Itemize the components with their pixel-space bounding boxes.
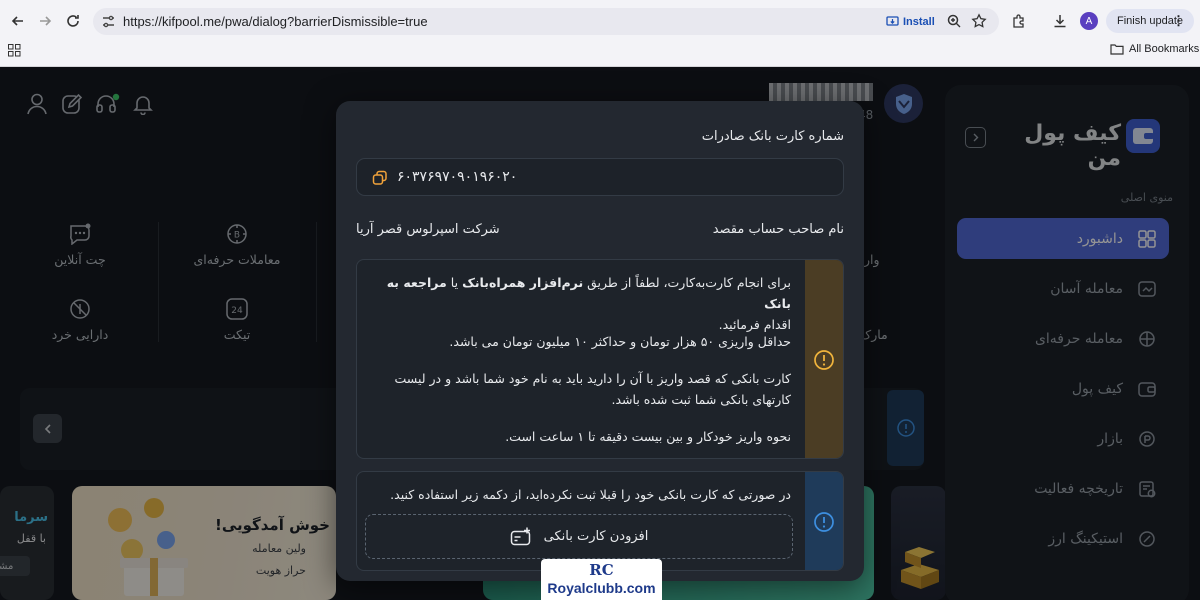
site-settings-icon[interactable]: [101, 14, 116, 29]
warning-text: برای انجام کارت‌به‌کارت، لطفاً از طریق: [587, 275, 791, 290]
warning-bold-text: نرم‌افزار همراه‌بانک: [462, 275, 584, 290]
profile-avatar[interactable]: A: [1080, 12, 1098, 30]
warning-paragraph-2: حداقل واریزی ۵۰ هزار تومان و حداکثر ۱۰ م…: [449, 334, 791, 349]
zoom-icon[interactable]: [946, 13, 962, 29]
warning-paragraph-4: نحوه واریز خودکار و بین بیست دقیقه تا ۱ …: [505, 429, 791, 444]
bank-card-dialog: شماره کارت بانک صادرات ۶۰۳۷۶۹۷۰۹۰۱۹۶۰۲۰ …: [336, 101, 864, 581]
copy-icon[interactable]: [372, 170, 388, 186]
warning-icon: [814, 350, 834, 370]
warning-paragraph-1: برای انجام کارت‌به‌کارت، لطفاً از طریق ن…: [371, 272, 791, 335]
warning-box: برای انجام کارت‌به‌کارت، لطفاً از طریق ن…: [356, 259, 844, 459]
info-icon: [814, 512, 834, 532]
info-box: در صورتی که کارت بانکی خود را قبلا ثبت ن…: [356, 471, 844, 571]
url-text[interactable]: https://kifpool.me/pwa/dialog?barrierDis…: [123, 14, 428, 29]
owner-value: شرکت اسپرلوس قصر آریا: [356, 222, 500, 237]
warning-text: اقدام فرمائید.: [718, 317, 791, 332]
downloads-icon[interactable]: [1048, 9, 1072, 33]
install-label: Install: [903, 15, 935, 28]
card-number[interactable]: ۶۰۳۷۶۹۷۰۹۰۱۹۶۰۲۰: [397, 169, 517, 185]
warning-paragraph-3: کارت بانکی که قصد واریز با آن را دارید ب…: [394, 371, 791, 407]
install-icon: [886, 16, 899, 26]
finish-update-button[interactable]: Finish update ⋮: [1106, 9, 1194, 33]
folder-icon: [1110, 44, 1124, 55]
info-stripe: [805, 472, 843, 570]
address-bar[interactable]: https://kifpool.me/pwa/dialog?barrierDis…: [93, 8, 999, 35]
watermark-logo: RC: [589, 561, 614, 579]
apps-grid-icon[interactable]: [8, 44, 21, 57]
warning-stripe: [805, 260, 843, 458]
all-bookmarks-button[interactable]: All Bookmarks: [1110, 43, 1199, 55]
watermark-text: Royalclubb.com: [547, 580, 656, 596]
add-card-icon: [510, 527, 530, 545]
info-text: در صورتی که کارت بانکی خود را قبلا ثبت ن…: [390, 487, 791, 502]
card-number-box: ۶۰۳۷۶۹۷۰۹۰۱۹۶۰۲۰: [356, 158, 844, 196]
extensions-icon[interactable]: [1007, 9, 1031, 33]
owner-label: نام صاحب حساب مقصد: [712, 222, 844, 237]
kebab-menu-icon: ⋮: [1172, 13, 1185, 28]
watermark: RC Royalclubb.com: [541, 559, 662, 600]
browser-chrome: https://kifpool.me/pwa/dialog?barrierDis…: [0, 0, 1200, 67]
back-icon[interactable]: [6, 9, 30, 33]
card-title: شماره کارت بانک صادرات: [701, 129, 844, 144]
add-card-label: افزودن کارت بانکی: [543, 529, 649, 544]
reload-icon[interactable]: [61, 9, 85, 33]
install-button[interactable]: Install: [880, 11, 936, 32]
bookmark-star-icon[interactable]: [971, 13, 987, 29]
forward-icon[interactable]: [33, 9, 57, 33]
add-bank-card-button[interactable]: افزودن کارت بانکی: [365, 514, 793, 559]
all-bookmarks-label: All Bookmarks: [1129, 43, 1200, 55]
warning-text: یا: [450, 275, 459, 290]
